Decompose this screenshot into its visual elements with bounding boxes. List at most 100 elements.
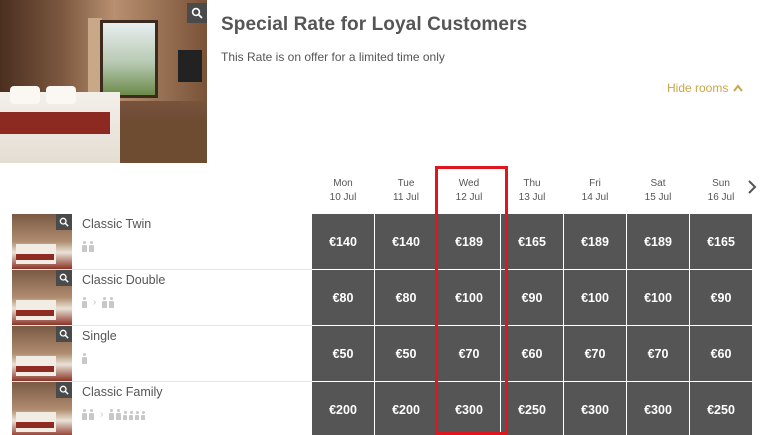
day-header-mon: Mon 10 Jul xyxy=(312,177,374,205)
room-name[interactable]: Single xyxy=(82,329,117,343)
day-name: Thu xyxy=(523,178,541,189)
occupancy-icons: › xyxy=(82,408,146,420)
price-cell[interactable]: €70 xyxy=(564,326,626,381)
hide-rooms-link[interactable]: Hide rooms xyxy=(667,81,744,95)
room-row: Classic Double › xyxy=(12,270,312,326)
day-header-tue: Tue 11 Jul xyxy=(375,177,437,205)
page-title: Special Rate for Loyal Customers xyxy=(221,14,528,35)
occupancy-icons xyxy=(82,240,94,252)
price-cell[interactable]: €200 xyxy=(312,382,374,435)
price-cell[interactable]: €300 xyxy=(627,382,689,435)
room-row: Classic Family › xyxy=(12,382,312,435)
price-cell[interactable]: €80 xyxy=(312,270,374,325)
price-cell[interactable]: €189 xyxy=(564,214,626,269)
day-name: Tue xyxy=(397,178,415,189)
day-name: Fri xyxy=(589,178,601,189)
price-cell[interactable]: €250 xyxy=(501,382,563,435)
price-cell[interactable]: €60 xyxy=(690,326,752,381)
room-name[interactable]: Classic Family xyxy=(82,385,163,399)
day-date: 14 Jul xyxy=(581,192,609,203)
magnifier-icon[interactable] xyxy=(187,3,207,23)
photo-bed-runner xyxy=(0,112,110,134)
price-cell[interactable]: €50 xyxy=(375,326,437,381)
chevron-up-icon xyxy=(733,84,744,92)
person-icon xyxy=(82,241,87,252)
room-name[interactable]: Classic Double xyxy=(82,273,165,287)
person-icon xyxy=(116,409,122,420)
day-header-thu: Thu 13 Jul xyxy=(501,177,563,205)
magnifier-icon[interactable] xyxy=(56,382,72,398)
thumb-runner xyxy=(16,422,54,428)
photo-floor xyxy=(110,118,207,163)
magnifier-icon[interactable] xyxy=(56,326,72,342)
room-row: Classic Twin xyxy=(12,214,312,270)
room-thumbnail[interactable] xyxy=(12,326,72,381)
price-cell[interactable]: €60 xyxy=(501,326,563,381)
photo-window xyxy=(100,20,158,98)
day-name: Wed xyxy=(458,178,480,189)
price-cell[interactable]: €165 xyxy=(690,214,752,269)
day-name: Mon xyxy=(333,178,353,189)
price-cell[interactable]: €80 xyxy=(375,270,437,325)
price-cell[interactable]: €250 xyxy=(690,382,752,435)
price-cell[interactable]: €189 xyxy=(438,214,500,269)
room-thumbnail[interactable] xyxy=(12,270,72,325)
photo-pillow xyxy=(46,86,76,104)
room-row: Single xyxy=(12,326,312,382)
thumb-runner xyxy=(16,254,54,260)
person-icon xyxy=(82,297,87,308)
room-thumbnail[interactable] xyxy=(12,382,72,435)
day-name: Sat xyxy=(650,178,666,189)
day-header-sat: Sat 15 Jul xyxy=(627,177,689,205)
person-icon xyxy=(102,297,108,308)
price-cell[interactable]: €300 xyxy=(438,382,500,435)
price-cell[interactable]: €50 xyxy=(312,326,374,381)
price-cell[interactable]: €200 xyxy=(375,382,437,435)
child-icon xyxy=(129,411,134,420)
photo-pillow xyxy=(10,86,40,104)
occupancy-separator-icon: › xyxy=(100,409,104,420)
person-icon xyxy=(89,409,94,420)
room-name[interactable]: Classic Twin xyxy=(82,217,151,231)
price-cell[interactable]: €189 xyxy=(627,214,689,269)
day-header-wed: Wed 12 Jul xyxy=(438,177,500,205)
price-cell[interactable]: €90 xyxy=(501,270,563,325)
magnifier-icon[interactable] xyxy=(56,214,72,230)
child-icon xyxy=(141,411,146,420)
person-icon xyxy=(82,409,87,420)
price-cell[interactable]: €165 xyxy=(501,214,563,269)
day-date: 11 Jul xyxy=(393,192,419,203)
day-date: 15 Jul xyxy=(644,192,672,203)
day-name: Sun xyxy=(712,178,730,189)
person-icon xyxy=(82,353,87,364)
price-cell[interactable]: €300 xyxy=(564,382,626,435)
room-thumbnail[interactable] xyxy=(12,214,72,269)
price-cell[interactable]: €140 xyxy=(375,214,437,269)
price-cell[interactable]: €70 xyxy=(438,326,500,381)
price-cell[interactable]: €100 xyxy=(627,270,689,325)
hotel-room-photo[interactable] xyxy=(0,0,207,163)
occupancy-icons: › xyxy=(82,296,115,308)
price-cell[interactable]: €100 xyxy=(564,270,626,325)
day-header-fri: Fri 14 Jul xyxy=(564,177,626,205)
price-cell[interactable]: €70 xyxy=(627,326,689,381)
child-icon xyxy=(135,411,140,420)
occupancy-icons xyxy=(82,352,87,364)
price-cell[interactable]: €90 xyxy=(690,270,752,325)
day-header-sun: Sun 16 Jul xyxy=(690,177,752,205)
person-icon xyxy=(109,297,115,308)
price-cell[interactable]: €140 xyxy=(312,214,374,269)
day-date: 12 Jul xyxy=(455,192,483,203)
chevron-right-icon[interactable] xyxy=(745,178,759,196)
person-icon xyxy=(109,409,115,420)
rate-subtitle: This Rate is on offer for a limited time… xyxy=(221,50,445,64)
day-date: 16 Jul xyxy=(707,192,735,203)
hide-rooms-label: Hide rooms xyxy=(667,81,729,95)
day-date: 10 Jul xyxy=(329,192,357,203)
person-icon xyxy=(89,241,94,252)
day-date: 13 Jul xyxy=(518,192,546,203)
magnifier-icon[interactable] xyxy=(56,270,72,286)
price-cell[interactable]: €100 xyxy=(438,270,500,325)
photo-tv xyxy=(178,50,202,82)
thumb-runner xyxy=(16,310,54,316)
